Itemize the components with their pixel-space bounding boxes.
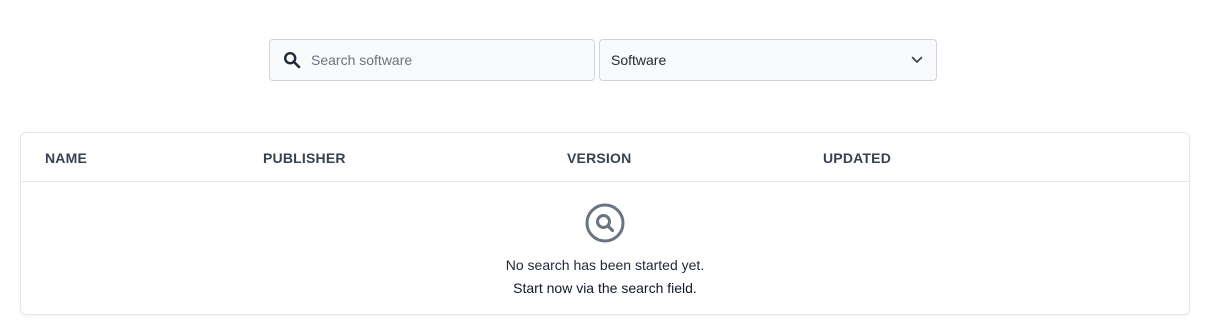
column-header-updated[interactable]: UPDATED <box>823 150 891 166</box>
category-select-value: Software <box>611 52 667 68</box>
empty-state: No search has been started yet. Start no… <box>21 183 1189 315</box>
table-header: NAME PUBLISHER VERSION UPDATED <box>21 133 1189 182</box>
search-field[interactable] <box>269 39 595 81</box>
search-circle-icon <box>585 203 625 243</box>
page: Software NAME PUBLISHER VERSION UPDATED <box>0 0 1207 333</box>
search-toolbar: Software <box>269 39 937 81</box>
chevron-down-icon <box>910 53 924 67</box>
search-input[interactable] <box>311 52 581 68</box>
category-select[interactable]: Software <box>599 39 937 81</box>
search-icon <box>282 50 302 70</box>
column-header-publisher[interactable]: PUBLISHER <box>263 150 346 166</box>
column-header-version[interactable]: VERSION <box>567 150 631 166</box>
empty-state-hint: Start now via the search field. <box>513 280 697 296</box>
column-header-name[interactable]: NAME <box>45 150 87 166</box>
empty-state-message: No search has been started yet. <box>505 257 705 273</box>
software-table: NAME PUBLISHER VERSION UPDATED No search… <box>20 132 1190 315</box>
